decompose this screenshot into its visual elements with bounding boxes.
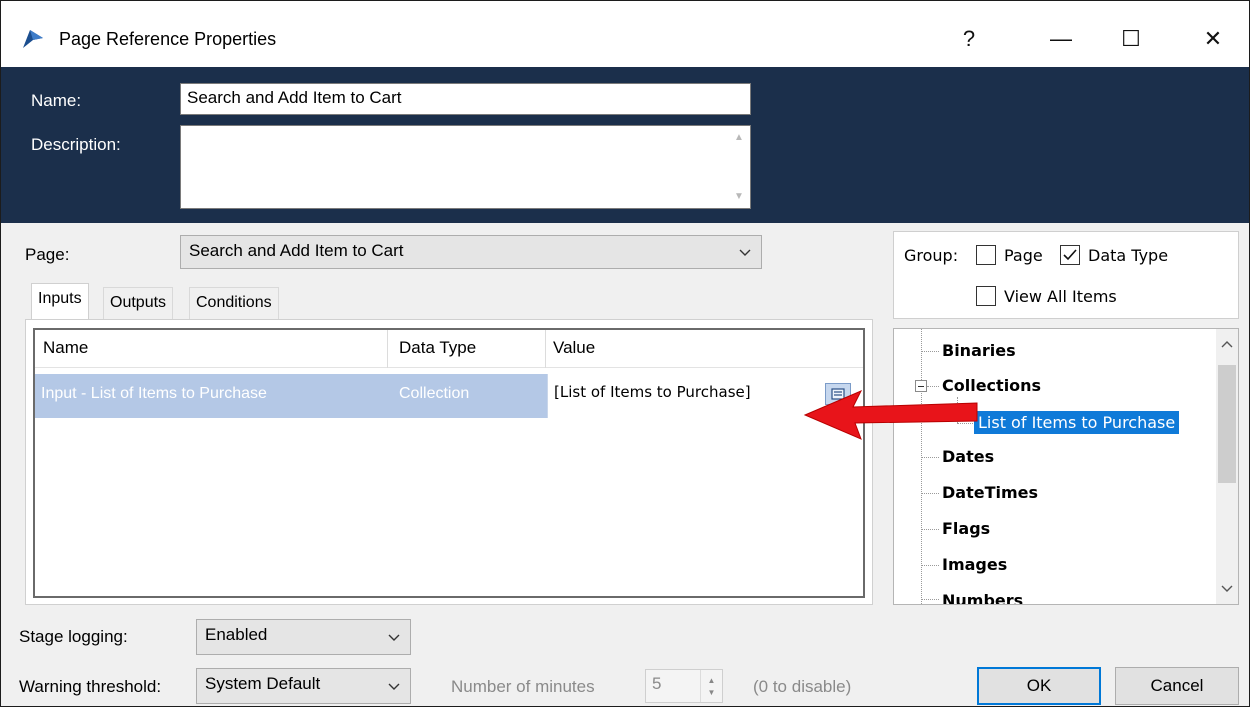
grid-header: Name Data Type Value [35, 330, 863, 368]
increment-icon[interactable]: ▲ [708, 676, 716, 685]
group-data-type-label[interactable]: Data Type [1088, 246, 1168, 265]
scroll-down-icon[interactable] [1221, 584, 1233, 594]
header-panel: Name: Search and Add Item to Cart Descri… [1, 67, 1249, 223]
ok-button-label: OK [1026, 676, 1052, 695]
view-all-items-checkbox[interactable] [976, 286, 996, 306]
tab-label: Conditions [196, 294, 272, 311]
close-icon: ✕ [1203, 26, 1223, 51]
row-data-type-cell: Collection [399, 385, 470, 402]
description-input[interactable]: ▲ ▼ [180, 125, 751, 209]
chevron-down-icon [388, 634, 400, 641]
maximize-button[interactable]: ☐ [1111, 21, 1151, 57]
column-divider[interactable] [387, 330, 388, 368]
name-input[interactable]: Search and Add Item to Cart [180, 83, 751, 115]
tab-outputs[interactable]: Outputs [103, 287, 174, 321]
view-all-items-label[interactable]: View All Items [1004, 287, 1117, 306]
stage-logging-label: Stage logging: [19, 627, 128, 646]
page-dropdown[interactable]: Search and Add Item to Cart [180, 235, 762, 269]
column-header-data-type[interactable]: Data Type [399, 338, 476, 358]
column-header-value[interactable]: Value [553, 338, 595, 358]
cancel-button[interactable]: Cancel [1115, 667, 1239, 705]
minimize-icon: — [1050, 26, 1072, 51]
group-page-label[interactable]: Page [1004, 246, 1043, 265]
table-row[interactable]: Input - List of Items to Purchase Collec… [35, 374, 863, 418]
tree-connector [921, 457, 939, 458]
tree-connector [921, 529, 939, 530]
scroll-up-icon[interactable] [1221, 339, 1233, 349]
column-divider[interactable] [545, 330, 546, 368]
description-scrollbar[interactable]: ▲ ▼ [728, 126, 750, 208]
name-label: Name: [31, 91, 82, 110]
chevron-down-icon [739, 249, 751, 256]
decrement-icon[interactable]: ▼ [708, 688, 716, 697]
tab-label: Inputs [38, 290, 82, 307]
tree-item-datetimes[interactable]: DateTimes [942, 483, 1038, 502]
disable-hint: (0 to disable) [753, 677, 852, 696]
minimize-button[interactable]: — [1041, 21, 1081, 57]
number-of-minutes-label: Number of minutes [451, 677, 595, 696]
tab-inputs[interactable]: Inputs [31, 283, 89, 321]
tree-item-list-of-items-to-purchase[interactable]: List of Items to Purchase [972, 410, 1181, 435]
help-icon: ? [962, 26, 976, 51]
window-title: Page Reference Properties [59, 29, 277, 49]
tree-item-numbers[interactable]: Numbers [942, 591, 1023, 604]
scroll-up-icon[interactable]: ▲ [734, 132, 744, 143]
group-options-box: Group: Page Data Type View All Items [893, 231, 1239, 319]
tree-connector [921, 565, 939, 566]
tab-label: Outputs [110, 294, 167, 311]
tree-item-flags[interactable]: Flags [942, 519, 990, 538]
group-page-checkbox[interactable] [976, 245, 996, 265]
warning-threshold-label: Warning threshold: [19, 677, 162, 696]
tree-scrollbar[interactable] [1216, 329, 1238, 604]
group-label: Group: [904, 246, 959, 265]
page-reference-dialog: Page Reference Properties ? — ☐ ✕ Name: … [0, 0, 1250, 707]
column-header-name[interactable]: Name [43, 338, 88, 358]
page-label: Page: [25, 245, 70, 264]
warning-threshold-dropdown[interactable]: System Default [196, 668, 411, 704]
help-button[interactable]: ? [949, 21, 989, 57]
page-dropdown-value: Search and Add Item to Cart [189, 241, 404, 260]
checkmark-icon [1063, 249, 1077, 261]
inputs-tab-panel: Name Data Type Value Input - List of Ite… [25, 319, 873, 605]
tree-item-images[interactable]: Images [942, 555, 1007, 574]
minutes-stepper[interactable]: 5 ▲ ▼ [645, 669, 723, 703]
minutes-value: 5 [652, 674, 662, 693]
description-label: Description: [31, 135, 121, 154]
tab-conditions[interactable]: Conditions [189, 287, 279, 321]
stage-logging-dropdown[interactable]: Enabled [196, 619, 411, 655]
data-items-tree[interactable]: Binaries Collections List of Items to Pu… [893, 328, 1239, 605]
maximize-icon: ☐ [1121, 26, 1141, 51]
tree-connector [921, 329, 922, 604]
scroll-down-icon[interactable]: ▼ [734, 191, 744, 202]
group-data-type-checkbox[interactable] [1060, 245, 1080, 265]
tree-item-binaries[interactable]: Binaries [942, 341, 1016, 360]
warning-threshold-value: System Default [205, 674, 321, 693]
app-icon [21, 28, 45, 55]
chevron-down-icon [388, 683, 400, 690]
stage-logging-value: Enabled [205, 625, 268, 644]
tree-connector [921, 493, 939, 494]
close-button[interactable]: ✕ [1193, 21, 1233, 57]
tree-connector [921, 351, 939, 352]
stepper-buttons[interactable]: ▲ ▼ [700, 670, 722, 702]
scrollbar-thumb[interactable] [1218, 365, 1236, 483]
tree-connector [921, 599, 939, 600]
title-bar: Page Reference Properties ? — ☐ ✕ [1, 1, 1249, 67]
annotation-arrow [803, 390, 978, 440]
inputs-grid[interactable]: Name Data Type Value Input - List of Ite… [33, 328, 865, 598]
tree-item-dates[interactable]: Dates [942, 447, 994, 466]
ok-button[interactable]: OK [977, 667, 1101, 705]
row-name-cell: Input - List of Items to Purchase [41, 385, 267, 402]
row-value-text: [List of Items to Purchase] [554, 383, 751, 401]
cancel-button-label: Cancel [1150, 676, 1204, 695]
